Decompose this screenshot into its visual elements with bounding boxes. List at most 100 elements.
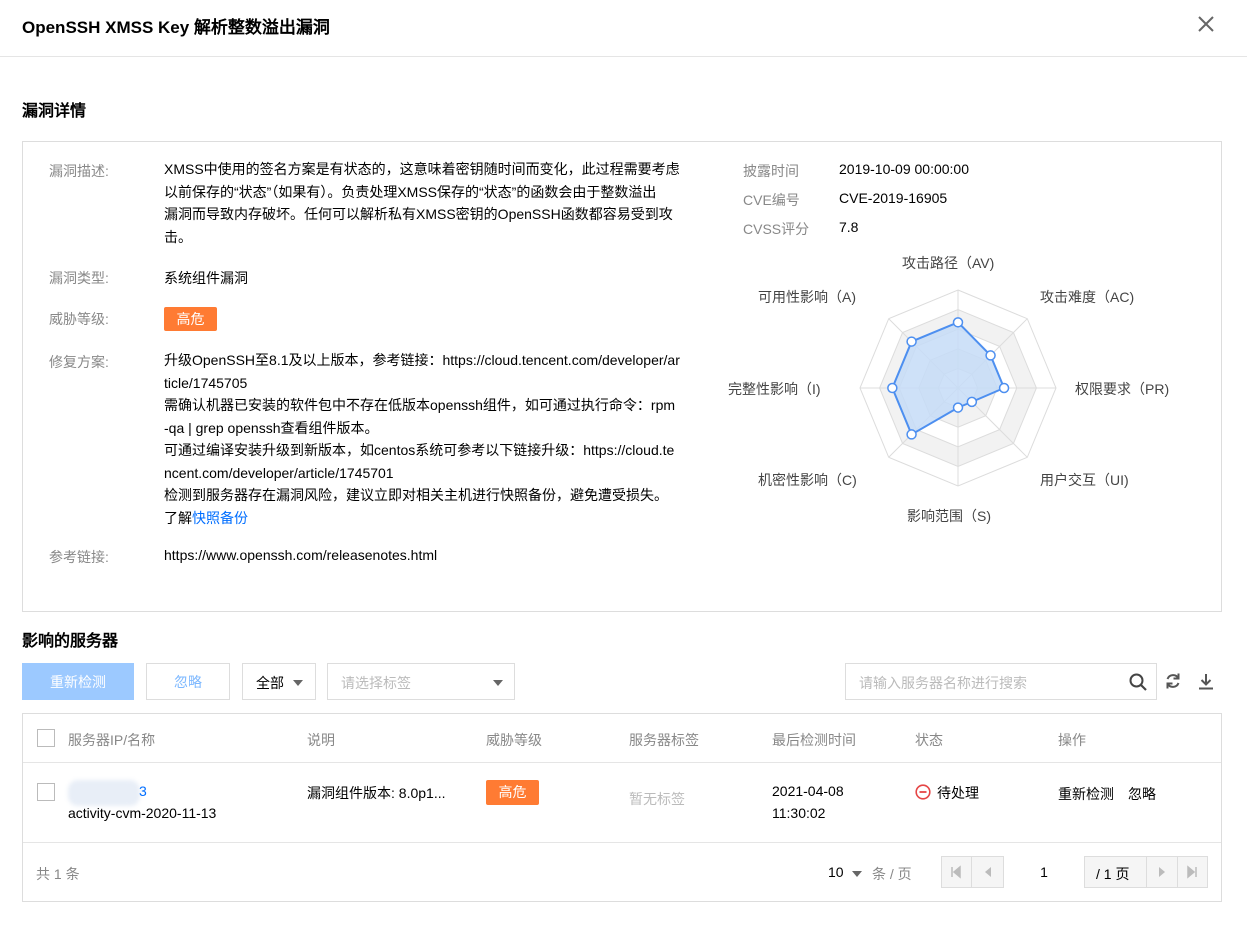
level-label: 威胁等级:: [49, 311, 109, 327]
radar-label-c: 机密性影响（C): [758, 472, 857, 488]
servers-section-title: 影响的服务器: [22, 633, 119, 650]
ignore-button[interactable]: 忽略: [146, 663, 230, 700]
desc-line: XMSS中使用的签名方案是有状态的，这意味着密钥随时间而变化，此过程需要考虑: [164, 161, 680, 177]
tag-select-placeholder: 请选择标签: [341, 675, 411, 691]
radar-label-ui: 用户交互（UI): [1040, 472, 1129, 488]
ref-label: 参考链接:: [49, 549, 109, 565]
filter-all-select[interactable]: 全部: [242, 663, 316, 700]
radar-data-point: [985, 350, 996, 361]
radar-data-point: [952, 317, 964, 328]
dialog-header: OpenSSH XMSS Key 解析整数溢出漏洞: [0, 0, 1247, 57]
fix-line: 了解快照备份: [164, 507, 719, 530]
radar-data-point: [887, 382, 898, 394]
cvss-value: 7.8: [839, 219, 859, 235]
col-header-tag: 服务器标签: [629, 732, 699, 748]
radar-label-i: 完整性影响（I): [728, 381, 821, 397]
row-level-badge: 高危: [486, 780, 539, 805]
type-label: 漏洞类型:: [49, 270, 109, 286]
desc-line: 漏洞而导致内存破坏。任何可以解析私有XMSS密钥的OpenSSH函数都容易受到攻: [164, 206, 673, 222]
refresh-icon[interactable]: [1163, 671, 1183, 691]
row-time: 11:30:02: [772, 805, 826, 821]
row-checkbox[interactable]: [37, 783, 55, 801]
desc-line: 以前保存的“状态”（如果有）。负责处理XMSS保存的“状态”的函数会由于整数溢出: [164, 183, 657, 200]
cve-value: CVE-2019-16905: [839, 190, 948, 206]
fix-last-prefix: 了解: [164, 509, 192, 526]
radar-data-point: [952, 402, 964, 413]
fix-line: 检测到服务器存在漏洞风险，建议立即对相关主机进行快照备份，避免遭受损失。: [164, 487, 668, 503]
pager-divider: [1177, 856, 1178, 888]
row-date: 2021-04-08: [772, 783, 844, 799]
radar-data-point: [966, 396, 978, 408]
fix-text: 升级OpenSSH至8.1及以上版本，参考链接：https://cloud.te…: [164, 349, 719, 529]
total-count: 共 1 条: [36, 866, 80, 882]
level-badge: 高危: [164, 307, 217, 331]
recheck-button[interactable]: 重新检测: [22, 663, 134, 700]
first-page-icon[interactable]: [948, 864, 964, 880]
col-header-action: 操作: [1058, 732, 1086, 748]
row-recheck-link[interactable]: 重新检测: [1058, 784, 1114, 804]
row-desc: 漏洞组件版本: 8.0p1...: [307, 785, 446, 801]
col-header-ip: 服务器IP/名称: [68, 732, 156, 748]
type-value: 系统组件漏洞: [164, 270, 248, 286]
cve-label: CVE编号: [743, 192, 800, 208]
radar-label-av: 攻击路径（AV): [902, 255, 995, 271]
page-size-value: 10: [828, 864, 844, 880]
chevron-down-icon: [852, 871, 862, 877]
fix-line: ticle/1745705: [164, 374, 248, 391]
col-header-time: 最后检测时间: [772, 732, 856, 748]
row-tag: 暂无标签: [629, 791, 685, 807]
next-page-icon[interactable]: [1154, 864, 1170, 880]
disclose-value: 2019-10-09 00:00:00: [839, 161, 969, 177]
desc-label: 漏洞描述:: [49, 163, 109, 179]
server-ip-link[interactable]: 3: [139, 783, 147, 799]
search-placeholder: 请输入服务器名称进行搜索: [859, 675, 1027, 691]
desc-text: XMSS中使用的签名方案是有状态的，这意味着密钥随时间而变化，此过程需要考虑 以…: [164, 158, 719, 248]
prev-page-icon[interactable]: [980, 864, 996, 880]
chevron-down-icon: [293, 680, 303, 686]
cvss-label: CVSS评分: [743, 221, 810, 237]
snapshot-backup-link[interactable]: 快照备份: [192, 510, 248, 526]
row-status: 待处理: [937, 785, 979, 801]
radar-label-pr: 权限要求（PR): [1075, 381, 1170, 397]
disclose-label: 披露时间: [743, 163, 799, 179]
filter-all-value: 全部: [256, 675, 284, 691]
pager-divider: [1146, 856, 1147, 888]
pending-status-icon: [915, 784, 931, 800]
header-divider: [23, 762, 1221, 763]
row-divider: [23, 842, 1221, 843]
col-header-level: 威胁等级: [486, 732, 542, 748]
ref-link[interactable]: https://www.openssh.com/releasenotes.htm…: [164, 547, 437, 563]
fix-line: 需确认机器已安装的软件包中不存在低版本openssh组件，如可通过执行命令：rp…: [164, 397, 676, 413]
close-icon[interactable]: [1194, 12, 1218, 36]
page-number-input[interactable]: 1: [1003, 856, 1085, 888]
row-ignore-link[interactable]: 忽略: [1128, 784, 1156, 804]
last-page-icon[interactable]: [1184, 864, 1200, 880]
tag-select[interactable]: 请选择标签: [327, 663, 515, 700]
details-section-title: 漏洞详情: [22, 103, 87, 120]
chevron-down-icon: [493, 680, 503, 686]
masked-ip: [68, 780, 140, 806]
radar-data-point: [906, 429, 917, 440]
page-total: / 1 页: [1096, 866, 1130, 882]
radar-label-ac: 攻击难度（AC): [1040, 289, 1135, 305]
server-name: activity-cvm-2020-11-13: [68, 805, 217, 821]
col-header-desc: 说明: [307, 732, 335, 748]
page-size-unit: 条 / 页: [872, 866, 912, 882]
download-icon[interactable]: [1196, 671, 1216, 691]
servers-table: 服务器IP/名称 说明 威胁等级 服务器标签 最后检测时间 状态 操作 3 ac…: [22, 713, 1222, 902]
fix-line: ncent.com/developer/article/1745701: [164, 464, 394, 481]
desc-line: 击。: [164, 228, 192, 245]
pager-divider: [971, 856, 972, 888]
fix-line: 可通过编译安装升级到新版本，如centos系统可参考以下链接升级：https:/…: [164, 442, 675, 458]
col-header-status: 状态: [915, 732, 943, 748]
radar-data-point: [906, 336, 917, 347]
select-all-checkbox[interactable]: [37, 729, 55, 747]
fix-line: 升级OpenSSH至8.1及以上版本，参考链接：https://cloud.te…: [164, 352, 680, 368]
radar-label-s: 影响范围（S): [907, 508, 991, 524]
radar-data-point: [998, 382, 1010, 394]
search-input[interactable]: 请输入服务器名称进行搜索: [845, 663, 1157, 700]
search-icon[interactable]: [1128, 672, 1148, 692]
page-size-select[interactable]: 10: [828, 864, 862, 880]
radar-label-a: 可用性影响（A): [758, 289, 856, 305]
fix-label: 修复方案:: [49, 354, 109, 370]
